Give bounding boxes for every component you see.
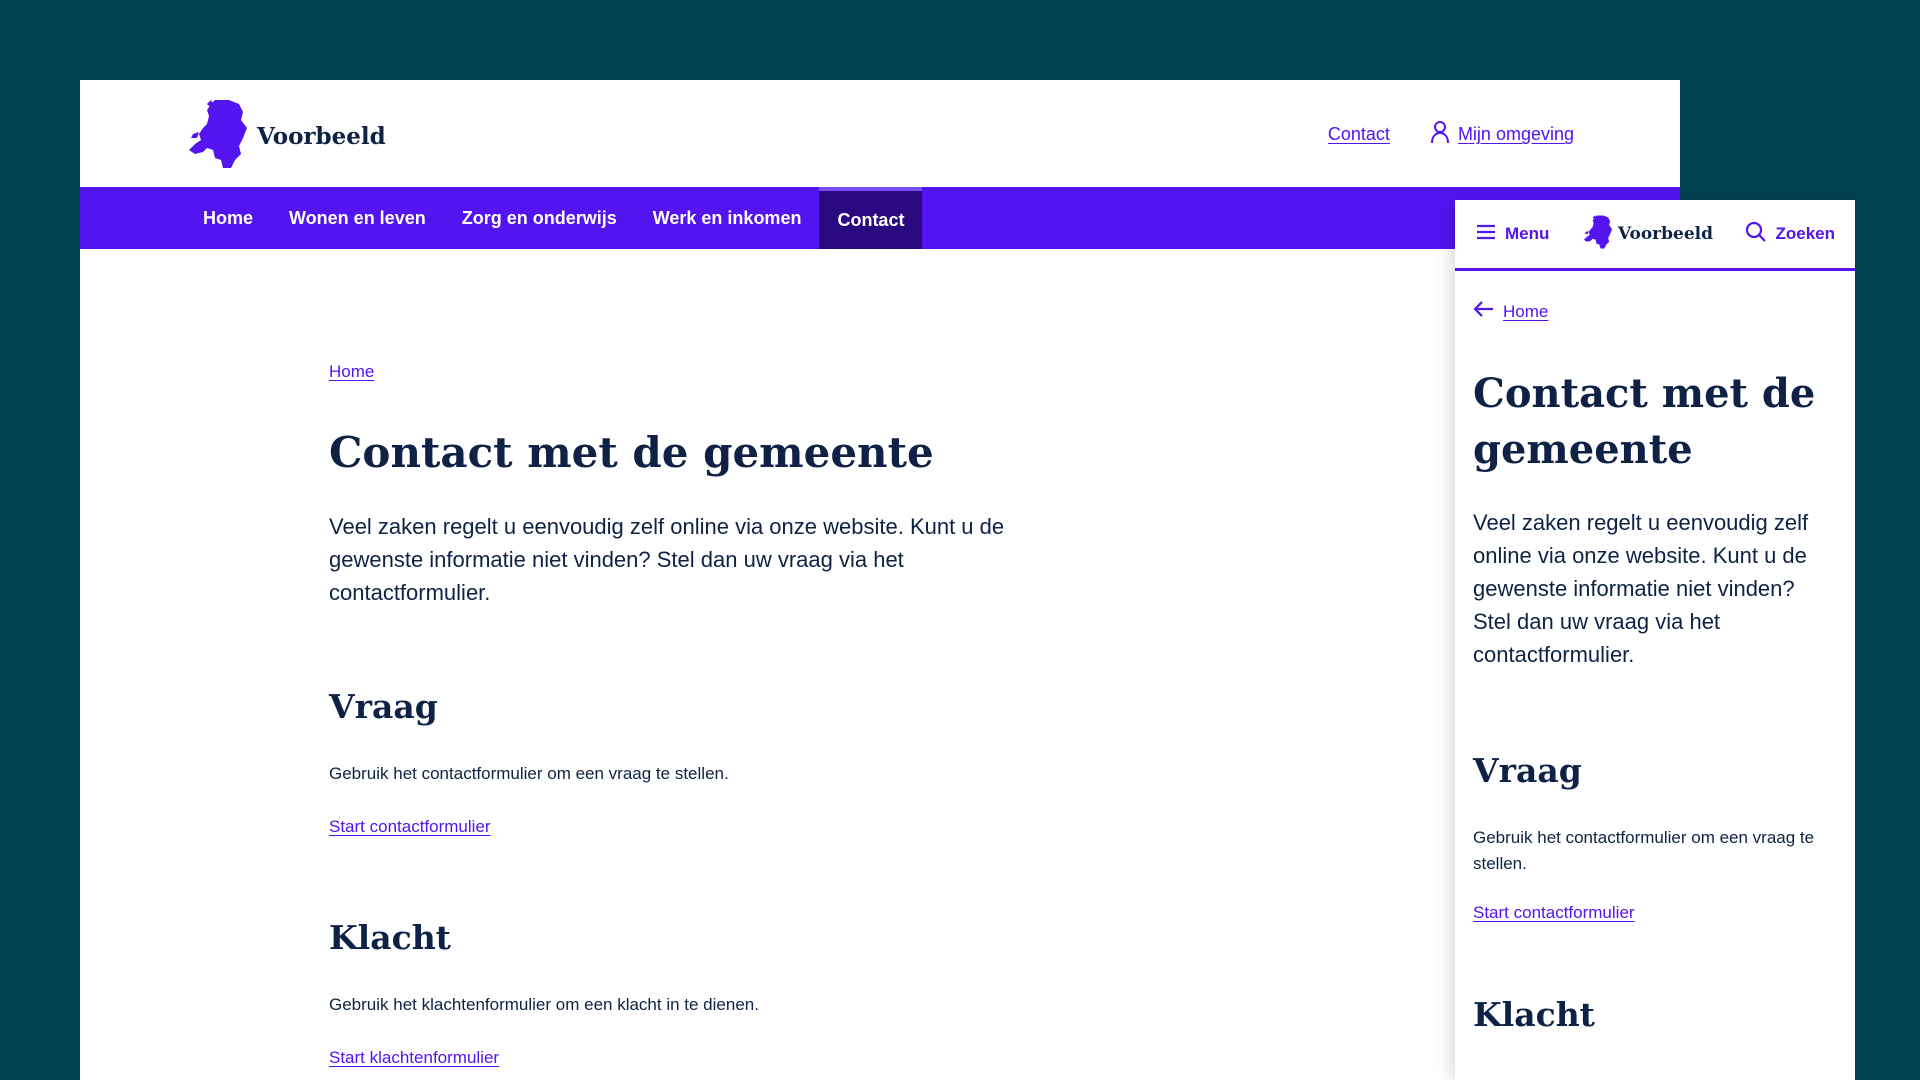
start-contactformulier-link[interactable]: Start contactformulier [329,817,491,837]
nav-item-home[interactable]: Home [185,187,271,249]
desktop-window: Voorbeeld Contact Mijn omgeving Home Won… [80,80,1680,1080]
section-heading-vraag: Vraag [1473,751,1582,790]
netherlands-map-icon [185,98,251,175]
site-header: Voorbeeld Contact Mijn omgeving [80,80,1680,187]
back-link[interactable]: Home [1473,300,1548,323]
account-link[interactable]: Mijn omgeving [1430,120,1574,149]
section-text-vraag: Gebruik het contactformulier om een vraa… [329,764,729,783]
brand-name: Voorbeeld [1617,224,1713,244]
top-links: Contact Mijn omgeving [1328,120,1574,149]
start-contactformulier-link[interactable]: Start contactformulier [1473,903,1635,923]
nav-item-zorg-en-onderwijs[interactable]: Zorg en onderwijs [444,187,635,249]
back-link-label: Home [1503,301,1549,321]
search-label: Zoeken [1775,224,1835,243]
main-navigation: Home Wonen en leven Zorg en onderwijs We… [80,187,1680,249]
section-text-vraag: Gebruik het contactformulier om een vraa… [1473,828,1815,873]
brand-name: Voorbeeld [257,123,386,150]
intro-text: Veel zaken regelt u eenvoudig zelf onlin… [329,514,1005,605]
breadcrumb-home[interactable]: Home [329,362,374,382]
hamburger-icon [1475,221,1497,248]
search-button[interactable]: Zoeken [1745,221,1835,248]
section-text-klacht: Gebruik het klachtenformulier om een kla… [329,995,759,1014]
netherlands-map-icon [1582,214,1614,255]
nav-item-werk-en-inkomen[interactable]: Werk en inkomen [635,187,820,249]
mobile-logo[interactable]: Voorbeeld [1582,214,1713,255]
menu-button[interactable]: Menu [1475,221,1549,248]
search-icon [1745,221,1767,248]
section-heading-klacht: Klacht [329,918,451,957]
page-title: Contact met de gemeente [329,428,934,477]
arrow-left-icon [1473,300,1495,323]
mobile-header: Menu Voorbeeld Zoeken [1455,200,1855,271]
section-heading-klacht: Klacht [1473,995,1595,1034]
page-title: Contact met de gemeente [1473,370,1816,473]
section-heading-vraag: Vraag [329,687,438,726]
menu-label: Menu [1505,224,1550,243]
intro-text: Veel zaken regelt u eenvoudig zelf onlin… [1473,510,1809,667]
user-icon [1430,120,1450,149]
account-link-label: Mijn omgeving [1457,124,1574,144]
nav-item-contact[interactable]: Contact [819,187,923,249]
mobile-window: Menu Voorbeeld Zoeken Home Contact met d… [1455,200,1855,1080]
site-logo[interactable]: Voorbeeld [185,98,386,175]
nav-item-wonen-en-leven[interactable]: Wonen en leven [271,187,444,249]
contact-link[interactable]: Contact [1328,124,1390,145]
start-klachtenformulier-link[interactable]: Start klachtenformulier [329,1048,499,1068]
